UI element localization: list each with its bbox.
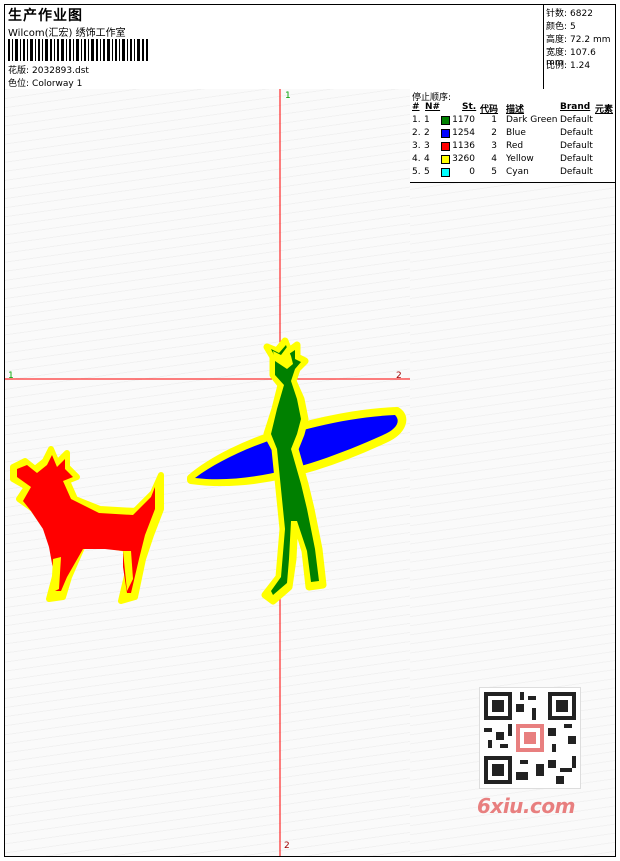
- axis-label-top: 1: [285, 91, 291, 101]
- color-row-stitches: 1170: [452, 115, 475, 125]
- color-row-stitches: 1254: [452, 128, 475, 138]
- color-row-code: 2: [491, 128, 497, 138]
- design-stats: 针数: 6822 颜色: 5 高度: 72.2 mm 宽度: 107.6 mm 比例: 1…: [543, 5, 616, 89]
- color-row-code: 5: [491, 167, 497, 177]
- color-row-code: 4: [491, 154, 497, 164]
- header-stitches: St.: [462, 102, 477, 112]
- color-sequence-table: 停止顺序: # N# St. 代码 描述 Brand 元素 1. 1 1170 1 Da…: [410, 89, 615, 183]
- header-brand: Brand: [560, 102, 591, 112]
- stat-ratio: 比例: 1.24: [546, 61, 591, 71]
- color-swatch: [441, 116, 450, 125]
- color-row[interactable]: 1. 1 1170 1 Dark Green Default: [410, 115, 615, 128]
- color-row-no: 1: [424, 115, 430, 125]
- color-row-stitches: 0: [469, 167, 475, 177]
- barcode-icon: [8, 39, 148, 61]
- color-row-stitches: 3260: [452, 154, 475, 164]
- sheet-title: 生产作业图: [8, 8, 83, 24]
- color-swatch: [441, 155, 450, 164]
- colorway-value: Colorway 1: [32, 79, 83, 89]
- color-row-description: Cyan: [506, 167, 529, 177]
- design-file: 花版: 2032893.dst: [8, 63, 89, 76]
- color-row-brand: Default: [560, 141, 593, 151]
- colorway-label: 色位:: [8, 79, 30, 89]
- dog-design: [10, 446, 164, 604]
- color-row-stitches: 1136: [452, 141, 475, 151]
- header-no: N#: [425, 102, 441, 112]
- color-row-index: 3.: [412, 141, 421, 151]
- color-row-brand: Default: [560, 115, 593, 125]
- company-name: Wilcom(汇宏) 绣饰工作室: [8, 28, 126, 39]
- colorway: 色位: Colorway 1: [8, 76, 82, 89]
- color-swatch: [441, 129, 450, 138]
- header-description: 描述: [506, 105, 525, 115]
- sheet-header: 生产作业图 Wilcom(汇宏) 绣饰工作室 花版: 2032893.dst 色…: [5, 5, 615, 90]
- color-swatch: [441, 168, 450, 177]
- color-row-code: 1: [491, 115, 497, 125]
- embroidery-canvas: [5, 89, 410, 856]
- color-row-no: 3: [424, 141, 430, 151]
- color-row[interactable]: 5. 5 0 5 Cyan Default: [410, 167, 615, 180]
- axis-label-bottom: 2: [284, 841, 290, 851]
- axis-label-left: 1: [8, 371, 14, 381]
- qr-code-icon: [479, 687, 581, 789]
- header-code: 代码: [480, 105, 499, 115]
- stat-height: 高度: 72.2 mm: [546, 35, 611, 45]
- production-sheet: 生产作业图 Wilcom(汇宏) 绣饰工作室 花版: 2032893.dst 色…: [4, 4, 616, 857]
- color-row-brand: Default: [560, 167, 593, 177]
- design-preview[interactable]: 1 1 2 2: [5, 89, 411, 856]
- color-row-index: 5.: [412, 167, 421, 177]
- color-row-no: 2: [424, 128, 430, 138]
- color-row-description: Yellow: [506, 154, 534, 164]
- color-row-description: Blue: [506, 128, 526, 138]
- color-row[interactable]: 4. 4 3260 4 Yellow Default: [410, 154, 615, 167]
- color-row-index: 1.: [412, 115, 421, 125]
- design-file-value: 2032893.dst: [32, 66, 89, 76]
- watermark: 6xiu.com: [473, 687, 591, 827]
- color-row-no: 4: [424, 154, 430, 164]
- axis-label-right: 2: [396, 371, 402, 381]
- surfer-design: [261, 337, 327, 605]
- color-row[interactable]: 2. 2 1254 2 Blue Default: [410, 128, 615, 141]
- design-file-label: 花版:: [8, 66, 30, 76]
- stat-colors: 颜色: 5: [546, 22, 576, 32]
- color-row-code: 3: [491, 141, 497, 151]
- color-row-brand: Default: [560, 128, 593, 138]
- color-swatch: [441, 142, 450, 151]
- color-row-description: Dark Green: [506, 115, 558, 125]
- color-row-description: Red: [506, 141, 524, 151]
- color-row-brand: Default: [560, 154, 593, 164]
- color-row[interactable]: 3. 3 1136 3 Red Default: [410, 141, 615, 154]
- header-element: 元素: [595, 105, 614, 115]
- color-row-index: 4.: [412, 154, 421, 164]
- stat-stitches: 针数: 6822: [546, 9, 593, 19]
- color-row-index: 2.: [412, 128, 421, 138]
- color-row-no: 5: [424, 167, 430, 177]
- watermark-text: 6xiu.com: [477, 794, 575, 818]
- header-index: #: [412, 102, 420, 112]
